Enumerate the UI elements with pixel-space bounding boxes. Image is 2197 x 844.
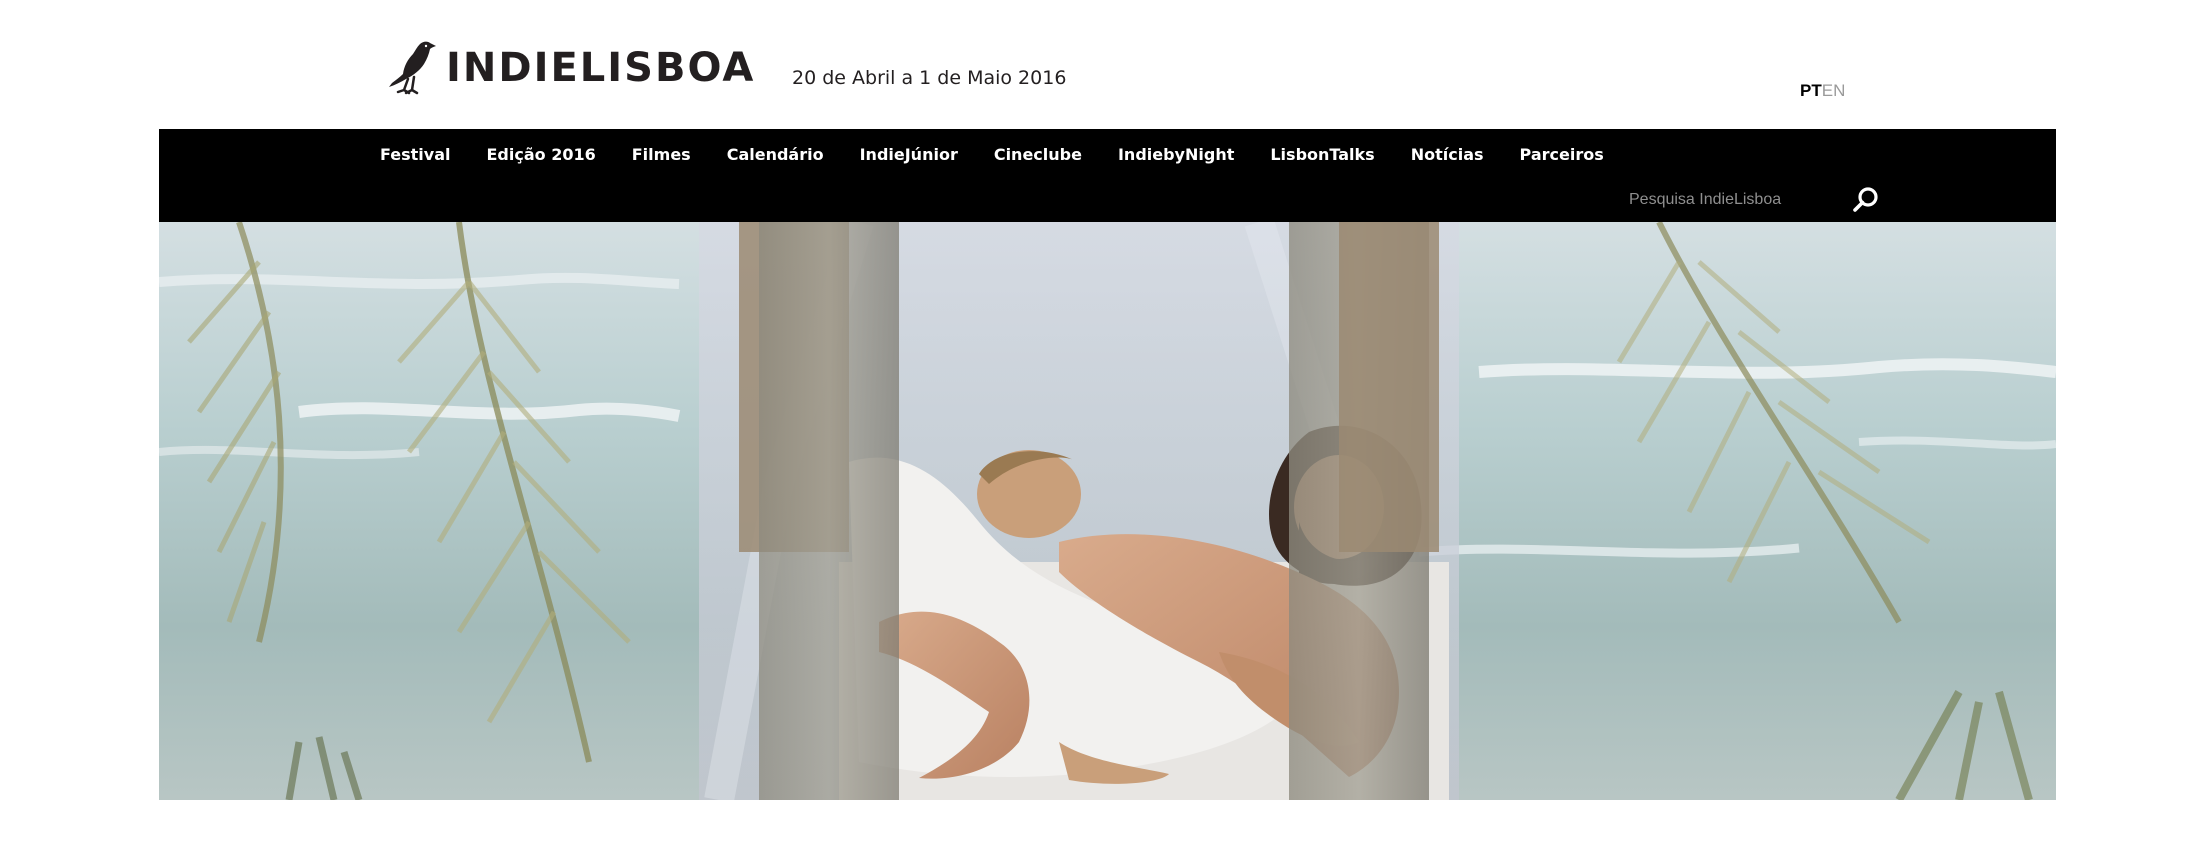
nav-link-festival[interactable]: Festival: [380, 143, 451, 167]
nav-item: Cineclube: [994, 143, 1082, 167]
bird-logo-icon: [389, 41, 436, 95]
lang-pt-link[interactable]: PT: [1800, 81, 1822, 100]
nav-item: Edição 2016: [487, 143, 596, 167]
hero-image: [159, 222, 2056, 800]
site-logo[interactable]: INDIELISBOA: [384, 40, 755, 96]
nav-item: Calendário: [727, 143, 824, 167]
nav-link-indiejunior[interactable]: IndieJúnior: [860, 143, 958, 167]
hero-film-still: [159, 222, 2056, 800]
nav-link-lisbontalks[interactable]: LisbonTalks: [1270, 143, 1374, 167]
nav-item: Festival: [380, 143, 451, 167]
language-switcher: PTEN: [1800, 80, 1845, 102]
nav-menu: Festival Edição 2016 Filmes Calendário I…: [380, 143, 1640, 167]
logo-wordmark: INDIELISBOA: [446, 45, 756, 91]
festival-dates: 20 de Abril a 1 de Maio 2016: [792, 67, 1067, 89]
search-input[interactable]: [1629, 185, 1829, 215]
nav-item: IndiebyNight: [1118, 143, 1234, 167]
nav-item: IndieJúnior: [860, 143, 958, 167]
site-header: INDIELISBOA 20 de Abril a 1 de Maio 2016…: [0, 0, 2197, 129]
nav-item: Notícias: [1411, 143, 1484, 167]
main-navigation: Festival Edição 2016 Filmes Calendário I…: [159, 129, 2056, 222]
search-form: [1629, 185, 1879, 215]
nav-link-indiebynight[interactable]: IndiebyNight: [1118, 143, 1234, 167]
nav-item: Filmes: [632, 143, 691, 167]
lang-en-link[interactable]: EN: [1822, 81, 1846, 100]
search-button[interactable]: [1851, 185, 1881, 215]
nav-item: LisbonTalks: [1270, 143, 1374, 167]
nav-link-noticias[interactable]: Notícias: [1411, 143, 1484, 167]
nav-link-cineclube[interactable]: Cineclube: [994, 143, 1082, 167]
search-icon: [1853, 187, 1878, 212]
nav-link-parceiros[interactable]: Parceiros: [1520, 143, 1604, 167]
nav-link-edicao-2016[interactable]: Edição 2016: [487, 143, 596, 167]
nav-link-filmes[interactable]: Filmes: [632, 143, 691, 167]
page: INDIELISBOA 20 de Abril a 1 de Maio 2016…: [0, 0, 2197, 844]
nav-link-calendario[interactable]: Calendário: [727, 143, 824, 167]
nav-item: Parceiros: [1520, 143, 1604, 167]
